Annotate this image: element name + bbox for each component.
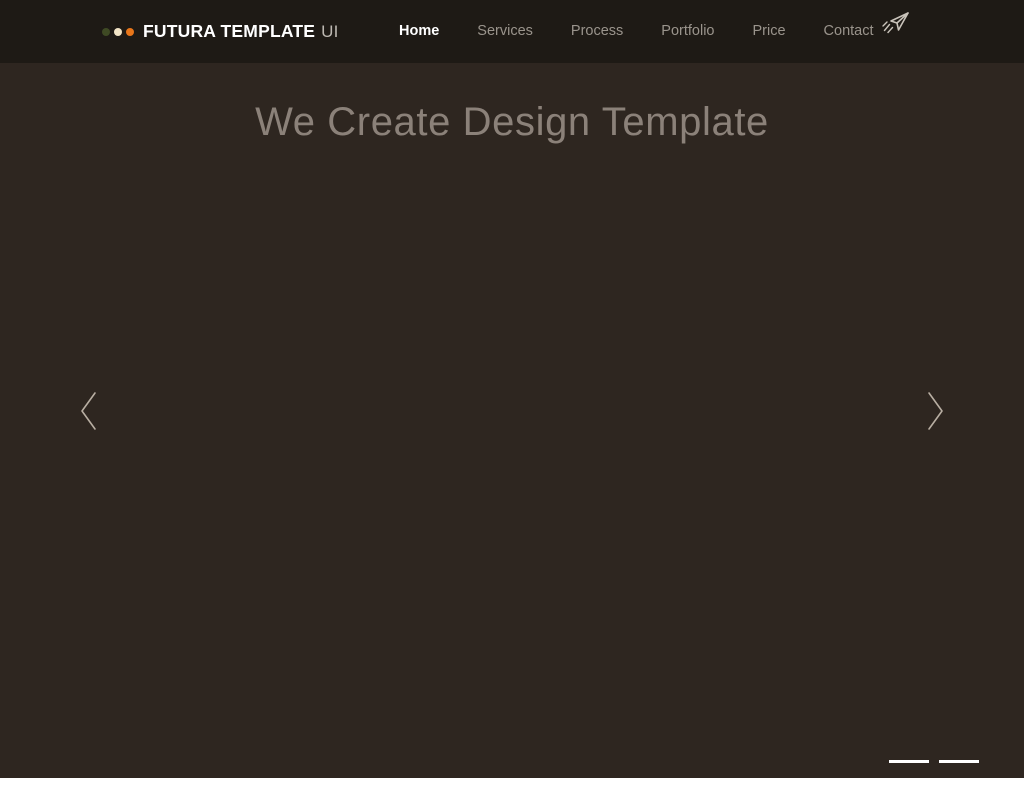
paper-plane-send-icon[interactable] [880, 8, 912, 40]
slider-next-button[interactable] [913, 381, 957, 441]
hero-section: We Create Design Template [0, 63, 1024, 778]
brand-logo[interactable]: FUTURA TEMPLATE UI [102, 0, 339, 63]
slide-indicator-2[interactable] [939, 760, 979, 763]
nav-item-home[interactable]: Home [399, 0, 458, 63]
nav-item-portfolio[interactable]: Portfolio [642, 0, 733, 63]
nav-item-process[interactable]: Process [552, 0, 642, 63]
brand-suffix: UI [321, 22, 339, 41]
brand-text: FUTURA TEMPLATE UI [143, 21, 339, 42]
slider-prev-button[interactable] [67, 381, 111, 441]
chevron-left-icon [76, 389, 102, 433]
logo-dot-olive [102, 28, 110, 36]
nav-item-services[interactable]: Services [458, 0, 552, 63]
main-nav: Home Services Process Portfolio Price Co… [399, 0, 893, 63]
slide-indicators [889, 760, 979, 763]
page-root: FUTURA TEMPLATE UI Home Services Process… [0, 0, 1024, 800]
page-content-below-hero [0, 778, 1024, 800]
logo-dots-group [102, 28, 134, 36]
hero-slider-stage [0, 63, 1024, 778]
logo-dot-cream [114, 28, 122, 36]
nav-item-price[interactable]: Price [734, 0, 805, 63]
slide-indicator-1[interactable] [889, 760, 929, 763]
site-header: FUTURA TEMPLATE UI Home Services Process… [0, 0, 1024, 63]
brand-name: FUTURA TEMPLATE [143, 21, 316, 41]
logo-dot-orange [126, 28, 134, 36]
chevron-right-icon [922, 389, 948, 433]
